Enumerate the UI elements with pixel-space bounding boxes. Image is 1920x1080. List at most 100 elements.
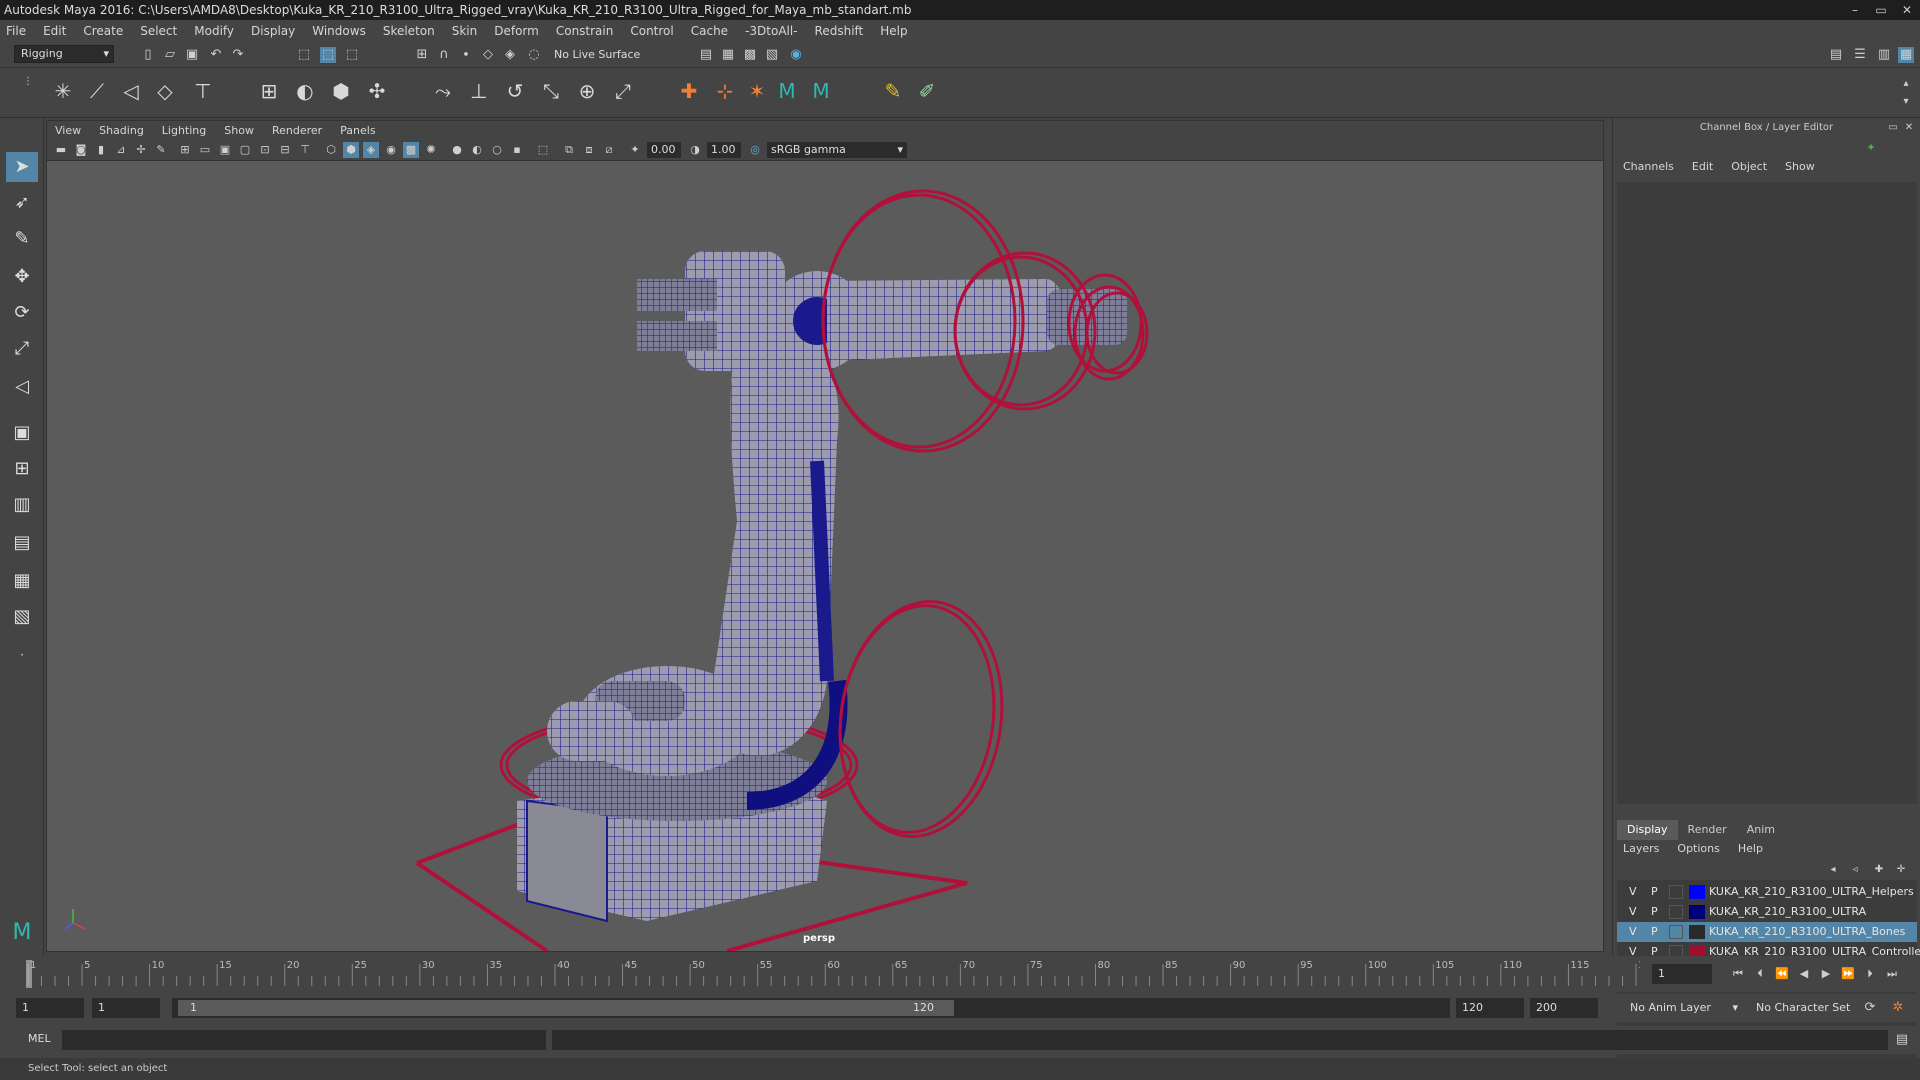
new-layer-selected-icon[interactable]: ✛ [1893,862,1909,878]
menu-help[interactable]: Help [880,24,907,38]
two-d-pan-icon[interactable]: ✢ [133,142,149,158]
modeling-toolkit-icon[interactable]: ▤ [1828,47,1844,63]
safe-action-icon[interactable]: ⊟ [277,142,293,158]
depth-of-field-icon[interactable]: ▪ [509,142,525,158]
viewport-panel[interactable]: View Shading Lighting Show Renderer Panels ▬ … [46,120,1604,952]
persp-outliner-icon[interactable]: ▥ [6,490,38,520]
layer-playback-toggle[interactable]: P [1651,902,1658,922]
layer-playback-toggle[interactable]: P [1651,922,1658,942]
orient-constraint-icon[interactable]: ↺ [502,78,528,104]
safe-title-icon[interactable]: ⊤ [297,142,313,158]
lights-icon[interactable]: ▩ [403,142,419,158]
tab-display[interactable]: Display [1617,820,1678,840]
channel-box-body[interactable] [1617,182,1917,804]
auto-key-icon[interactable]: ⟳ [1862,1000,1878,1016]
hypershade-icon[interactable]: ◉ [788,47,804,63]
layer-color-swatch[interactable] [1689,885,1705,899]
range-slider[interactable]: 1 120 [172,998,1450,1018]
smooth-bind-icon[interactable]: ◇ [152,78,178,104]
bookmark-icon[interactable]: ▮ [93,142,109,158]
go-to-end-icon[interactable]: ⏭ [1884,966,1900,982]
resolution-gate-icon[interactable]: ▣ [217,142,233,158]
menu-skin[interactable]: Skin [452,24,478,38]
step-forward-frame-icon[interactable]: ⏵ [1862,966,1878,982]
menu-edit[interactable]: Edit [43,24,66,38]
viewport-menu-lighting[interactable]: Lighting [162,124,206,137]
layer-menu-layers[interactable]: Layers [1623,842,1659,860]
ipr-render-icon[interactable]: ▩ [742,47,758,63]
ik-locator-icon[interactable]: ⊹ [712,78,738,104]
character-set-dropdown[interactable]: No Character Set [1750,998,1868,1018]
anti-aliasing-icon[interactable]: ○ [489,142,505,158]
viewport-menu-renderer[interactable]: Renderer [272,124,322,137]
menu-windows[interactable]: Windows [312,24,366,38]
smooth-shade-icon[interactable]: ⬢ [343,142,359,158]
close-panel-icon[interactable]: ✕ [1901,120,1917,136]
menu-skeleton[interactable]: Skeleton [383,24,435,38]
play-backwards-icon[interactable]: ◀ [1796,966,1812,982]
menu-cache[interactable]: Cache [691,24,728,38]
image-plane-icon[interactable]: ⊿ [113,142,129,158]
layer-display-type-toggle[interactable] [1669,885,1683,899]
parent-constraint-icon[interactable]: ⤳ [430,78,456,104]
undo-icon[interactable]: ↶ [208,47,224,63]
layer-display-type-toggle[interactable] [1669,925,1683,939]
snap-live-icon[interactable]: ◈ [502,47,518,63]
layer-menu-options[interactable]: Options [1677,842,1719,860]
four-view-icon[interactable]: ⊞ [6,454,38,484]
field-chart-icon[interactable]: ⊡ [257,142,273,158]
lasso-tool-icon[interactable]: ➶ [6,188,38,218]
command-language-label[interactable]: MEL [28,1032,51,1045]
single-perspective-icon[interactable]: ▣ [6,418,38,448]
ambient-occlusion-icon[interactable]: ● [449,142,465,158]
shelf-options-icon[interactable]: ⋮ [20,74,36,90]
menu-display[interactable]: Display [251,24,295,38]
select-object-icon[interactable]: ⬚ [320,47,336,63]
attribute-editor-icon[interactable]: ☰ [1852,47,1868,63]
wire-icon[interactable]: ✣ [364,78,390,104]
channel-box-menu-show[interactable]: Show [1785,160,1815,180]
cluster-icon[interactable]: ◐ [292,78,318,104]
range-slider-handle[interactable]: 1 120 [178,1000,954,1016]
menu-constrain[interactable]: Constrain [556,24,614,38]
hik-character-icon[interactable]: M [774,78,800,104]
ik-handle-icon[interactable]: ⟋ [84,78,110,104]
new-layer-icon[interactable]: ✚ [1871,862,1887,878]
menu-3dtoall[interactable]: -3DtoAll- [745,24,797,38]
gamma-icon[interactable]: ◑ [687,142,703,158]
snap-projected-icon[interactable]: ◌ [526,47,542,63]
joint-tool-icon[interactable]: ✳ [50,78,76,104]
persp-hypergraph-icon[interactable]: ▧ [6,602,38,632]
playback-start-field[interactable]: 1 [92,998,160,1018]
time-slider[interactable]: 1 5 10 15 20 25 30 35 40 45 50 55 60 65 70 75 80 85 90 95 10… [0,956,1920,992]
camera-attributes-icon[interactable]: ◙ [73,142,89,158]
shelf-scroll-up-icon[interactable]: ▴ [1898,76,1914,92]
menu-control[interactable]: Control [630,24,673,38]
wireframe-icon[interactable]: ⬡ [323,142,339,158]
layer-playback-toggle[interactable]: P [1651,882,1658,902]
layer-row[interactable]: V P KUKA_KR_210_R3100_ULTRA [1617,902,1917,922]
render-view-icon[interactable]: ▤ [698,47,714,63]
go-to-start-icon[interactable]: ⏮ [1730,966,1746,982]
layer-color-swatch[interactable] [1689,905,1705,919]
wireframe-on-shaded-icon[interactable]: ◈ [363,142,379,158]
tab-anim[interactable]: Anim [1737,820,1785,840]
layer-row[interactable]: V P KUKA_KR_210_R3100_ULTRA_Bones [1617,922,1917,942]
step-forward-key-icon[interactable]: ⏩ [1840,966,1856,982]
layer-row[interactable]: V P KUKA_KR_210_R3100_ULTRA_Helpers [1617,882,1917,902]
move-layer-down-icon[interactable]: ◃ [1847,862,1863,878]
layer-menu-help[interactable]: Help [1738,842,1763,860]
viewport-menu-panels[interactable]: Panels [340,124,375,137]
anim-layer-dropdown[interactable]: No Anim Layer ▾ [1624,998,1742,1018]
shadows-icon[interactable]: ✺ [423,142,439,158]
textured-icon[interactable]: ◉ [383,142,399,158]
close-button[interactable]: ✕ [1894,0,1920,20]
motion-blur-icon[interactable]: ◐ [469,142,485,158]
aim-constraint-icon[interactable]: ⊕ [574,78,600,104]
animation-start-field[interactable]: 1 [16,998,84,1018]
step-back-key-icon[interactable]: ⏪ [1774,966,1790,982]
redo-icon[interactable]: ↷ [230,47,246,63]
time-ruler[interactable]: 1 5 10 15 20 25 30 35 40 45 50 55 60 65 70 75 80 85 90 95 10… [20,956,1640,992]
layer-visibility-toggle[interactable]: V [1629,922,1637,942]
maximize-button[interactable]: ▭ [1868,0,1894,20]
